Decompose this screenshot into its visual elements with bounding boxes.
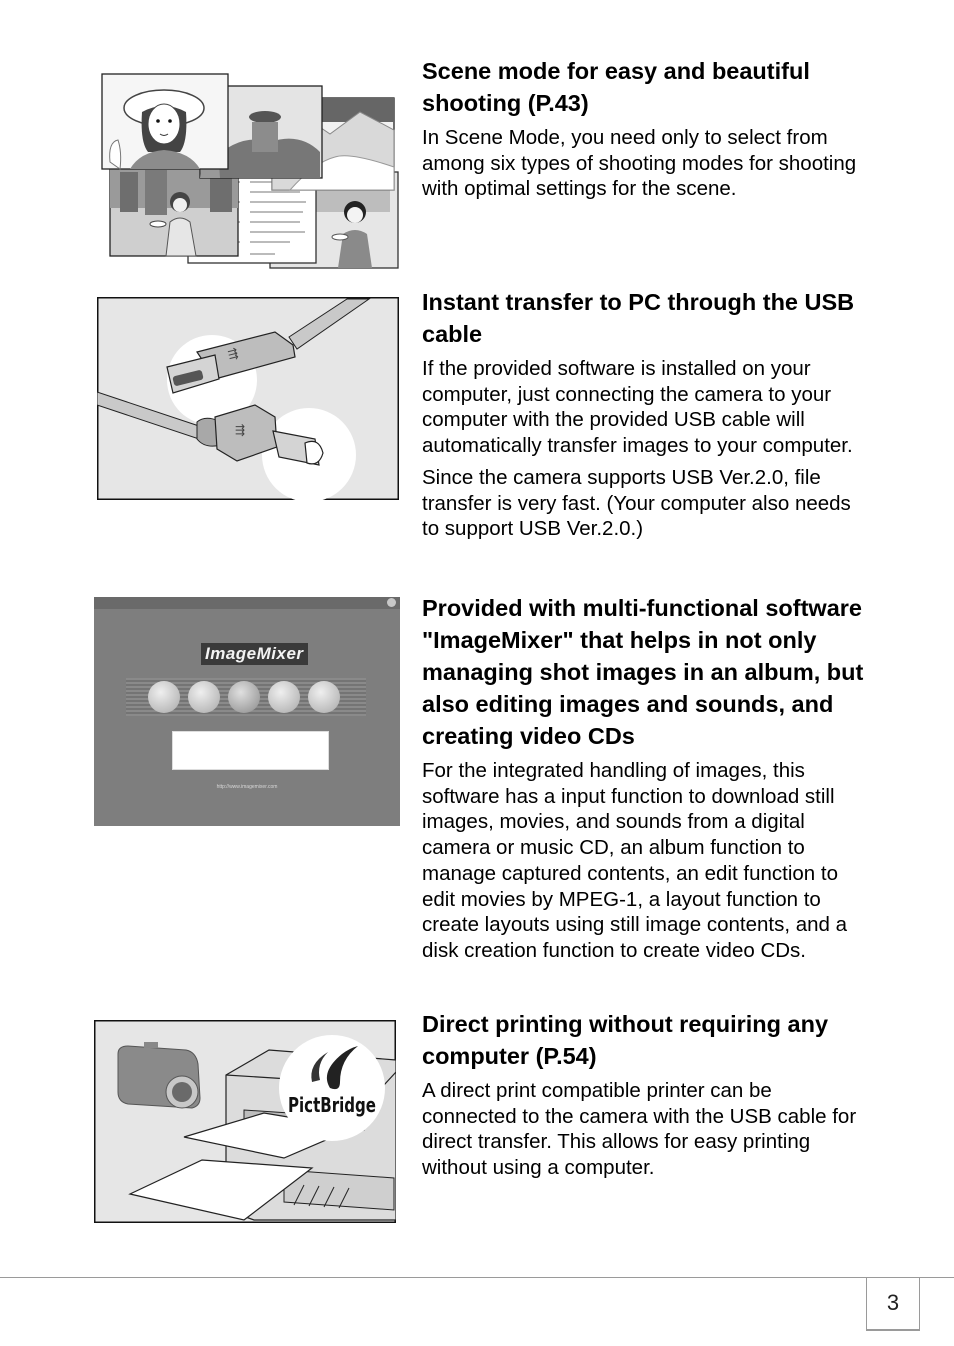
section-heading: Provided with multi-functional software …	[422, 595, 864, 749]
portrait-photo	[101, 73, 229, 170]
imagemixer-input-icon	[148, 681, 180, 713]
usb-transfer-text: Instant transfer to PC through the USB c…	[422, 286, 872, 542]
imagemixer-logo: ImageMixer	[201, 643, 308, 665]
imagemixer-text: Provided with multi-functional software …	[422, 592, 872, 964]
section-heading: Scene mode for easy and beautiful shooti…	[422, 58, 810, 116]
scene-mode-text: Scene mode for easy and beautiful shooti…	[422, 55, 872, 202]
imagemixer-disc-icon	[308, 681, 340, 713]
svg-text:⇶: ⇶	[235, 423, 245, 437]
footer-divider	[0, 1277, 954, 1278]
imagemixer-edit-icon	[228, 681, 260, 713]
section-heading: Direct printing without requiring any co…	[422, 1011, 829, 1069]
section-paragraph: A direct print compatible printer can be…	[422, 1079, 857, 1180]
section-paragraph: Since the camera supports USB Ver.2.0, f…	[422, 465, 851, 541]
pictbridge-logo-text: PictBridge	[288, 1093, 376, 1117]
imagemixer-layout-icon	[268, 681, 300, 713]
usb-cable-illustration: ⇶ ⇶	[97, 297, 399, 500]
direct-printing-text: Direct printing without requiring any co…	[422, 1008, 872, 1181]
imagemixer-titlebar	[94, 597, 400, 609]
scene-mode-illustration	[100, 72, 400, 270]
section-paragraph: In Scene Mode, you need only to select f…	[422, 126, 857, 201]
camera-icon	[117, 1042, 201, 1109]
section-heading: Instant transfer to PC through the USB c…	[422, 289, 855, 347]
page-number: 3	[866, 1277, 920, 1331]
pictbridge-illustration: PictBridge	[94, 1020, 396, 1223]
night-city-photo	[109, 167, 239, 257]
imagemixer-info-panel	[172, 731, 329, 770]
section-paragraph: For the integrated handling of images, t…	[422, 759, 848, 962]
imagemixer-url: http://www.imagemixer.com	[216, 784, 278, 790]
section-paragraph: If the provided software is installed on…	[422, 357, 853, 458]
imagemixer-close-icon	[387, 598, 396, 607]
imagemixer-screenshot: ImageMixer http://www.imagemixer.com	[94, 597, 400, 826]
imagemixer-album-icon	[188, 681, 220, 713]
